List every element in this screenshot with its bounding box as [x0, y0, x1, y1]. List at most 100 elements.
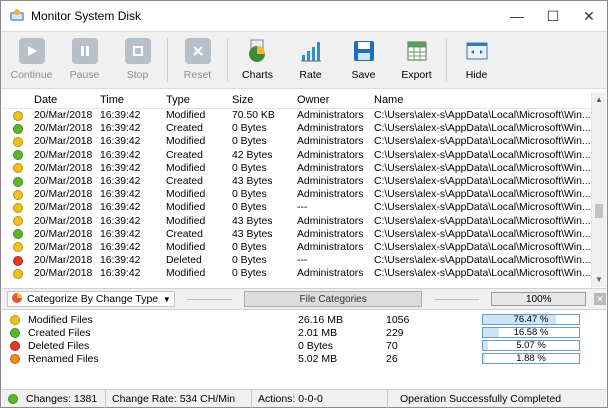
scroll-thumb[interactable]: [595, 204, 603, 218]
table-row[interactable]: 20/Mar/2018 16:39:42 Modified 43 Bytes Admin…: [2, 215, 606, 228]
category-summary-list: Modified Files 26.16 MB 1056 76.47 % Created…: [2, 311, 606, 387]
column-header-time[interactable]: Time: [100, 94, 166, 106]
category-size: 2.01 MB: [298, 326, 338, 339]
table-row[interactable]: 20/Mar/2018 16:39:42 Created 43 Bytes Admini…: [2, 175, 606, 188]
cell-type: Created: [166, 228, 203, 240]
status-dot-icon: [13, 242, 23, 253]
cell-time: 16:39:42: [100, 149, 141, 161]
column-header-type[interactable]: Type: [166, 94, 232, 106]
table-row[interactable]: 20/Mar/2018 16:39:42 Created 0 Bytes Adminis…: [2, 122, 606, 135]
category-percent-bar: 16.58 %: [482, 327, 580, 338]
toolbar-separator: [446, 38, 447, 82]
stop-label: Stop: [126, 69, 149, 81]
cell-name: C:\Users\alex-s\AppData\Local\Microsoft\…: [374, 202, 590, 214]
categorize-dropdown[interactable]: Categorize By Change Type ▼: [7, 291, 175, 307]
category-row[interactable]: Renamed Files 5.02 MB 26 1.88 %: [2, 352, 606, 365]
cell-owner: Administrators: [297, 241, 364, 253]
close-panel-icon[interactable]: ✕: [594, 293, 606, 305]
status-cell: [2, 229, 34, 240]
table-row[interactable]: 20/Mar/2018 16:39:42 Modified 0 Bytes Admini…: [2, 162, 606, 175]
vertical-scrollbar[interactable]: ▲ ▼: [591, 92, 606, 287]
cell-name: C:\Users\alex-s\AppData\Local\Microsoft\…: [374, 149, 590, 161]
close-icon[interactable]: ✕: [571, 1, 607, 31]
file-categories-button[interactable]: File Categories: [244, 291, 422, 307]
table-row[interactable]: 20/Mar/2018 16:39:42 Modified 0 Bytes Admini…: [2, 241, 606, 254]
window-title: Monitor System Disk: [31, 9, 142, 23]
cell-size: 0 Bytes: [232, 189, 267, 201]
category-count: 229: [386, 326, 404, 339]
reset-label: Reset: [183, 69, 212, 81]
stop-button[interactable]: Stop: [111, 32, 164, 88]
column-header-size[interactable]: Size: [232, 94, 297, 106]
cell-type: Modified: [166, 268, 206, 280]
maximize-icon[interactable]: ☐: [535, 1, 571, 31]
status-dot-icon: [13, 189, 23, 200]
column-header-date[interactable]: Date: [34, 94, 100, 106]
category-name: Modified Files: [28, 313, 93, 326]
status-cell: [2, 150, 34, 161]
category-name: Renamed Files: [28, 352, 99, 365]
minimize-icon[interactable]: —: [499, 1, 535, 31]
status-bar: Changes: 1381 Change Rate: 534 CH/Min Ac…: [2, 389, 606, 408]
file-changes-table[interactable]: Date Time Type Size Owner Name 20/Mar/20…: [2, 92, 606, 287]
category-percent-label: 76.47 %: [513, 314, 549, 325]
cell-type: Created: [166, 176, 203, 188]
pause-button[interactable]: Pause: [58, 32, 111, 88]
category-row[interactable]: Created Files 2.01 MB 229 16.58 %: [2, 326, 606, 339]
cell-type: Deleted: [166, 255, 202, 267]
cell-date: 20/Mar/2018: [34, 255, 93, 267]
column-header-owner[interactable]: Owner: [297, 94, 374, 106]
cell-date: 20/Mar/2018: [34, 241, 93, 253]
category-row[interactable]: Deleted Files 0 Bytes 70 5.07 %: [2, 339, 606, 352]
table-row[interactable]: 20/Mar/2018 16:39:42 Created 43 Bytes Admini…: [2, 228, 606, 241]
category-percent-label: 16.58 %: [513, 327, 549, 338]
status-ok-icon: [8, 393, 18, 404]
cell-date: 20/Mar/2018: [34, 268, 93, 280]
pause-label: Pause: [69, 69, 100, 81]
table-row[interactable]: 20/Mar/2018 16:39:42 Modified 0 Bytes Admini…: [2, 188, 606, 201]
categorize-dropdown-value: Categorize By Change Type: [27, 293, 159, 305]
table-row[interactable]: 20/Mar/2018 16:39:42 Created 42 Bytes Admini…: [2, 149, 606, 162]
charts-button[interactable]: Charts: [231, 32, 284, 88]
cell-size: 43 Bytes: [232, 176, 273, 188]
table-row[interactable]: 20/Mar/2018 16:39:42 Modified 0 Bytes Admini…: [2, 135, 606, 148]
cell-size: 0 Bytes: [232, 162, 267, 174]
save-button[interactable]: Save: [337, 32, 390, 88]
category-row[interactable]: Modified Files 26.16 MB 1056 76.47 %: [2, 313, 606, 326]
cell-owner: Administrators: [297, 162, 364, 174]
status-dot-icon: [13, 268, 23, 279]
column-header-name[interactable]: Name: [374, 94, 590, 106]
status-dot-icon: [13, 229, 23, 240]
table-row[interactable]: 20/Mar/2018 16:39:42 Deleted 0 Bytes --- C:\U…: [2, 254, 606, 267]
continue-button[interactable]: Continue: [5, 32, 58, 88]
cell-date: 20/Mar/2018: [34, 149, 93, 161]
cell-name: C:\Users\alex-s\AppData\Local\Microsoft\…: [374, 162, 590, 174]
spreadsheet-export-icon: [404, 38, 430, 64]
table-row[interactable]: 20/Mar/2018 16:39:42 Modified 0 Bytes Admini…: [2, 267, 606, 280]
title-bar: Monitor System Disk — ☐ ✕: [1, 1, 607, 31]
status-dot-icon: [13, 110, 23, 121]
cell-time: 16:39:42: [100, 162, 141, 174]
export-button[interactable]: Export: [390, 32, 443, 88]
reset-button[interactable]: Reset: [171, 32, 224, 88]
cell-type: Modified: [166, 241, 206, 253]
status-actions-text: Actions: 0-0-0: [258, 392, 323, 405]
cell-name: C:\Users\alex-s\AppData\Local\Microsoft\…: [374, 189, 590, 201]
scroll-up-icon[interactable]: ▲: [592, 92, 606, 107]
cell-type: Modified: [166, 189, 206, 201]
cell-type: Modified: [166, 110, 206, 122]
cell-time: 16:39:42: [100, 176, 141, 188]
rate-button[interactable]: Rate: [284, 32, 337, 88]
cell-name: C:\Users\alex-s\AppData\Local\Microsoft\…: [374, 228, 590, 240]
table-row[interactable]: 20/Mar/2018 16:39:42 Modified 70.50 KB Admin…: [2, 109, 606, 122]
stop-icon: [124, 38, 151, 64]
cell-type: Created: [166, 149, 203, 161]
hide-button[interactable]: Hide: [450, 32, 503, 88]
status-cell: [2, 255, 34, 266]
scroll-down-icon[interactable]: ▼: [592, 272, 606, 287]
rate-label: Rate: [299, 69, 322, 81]
cell-date: 20/Mar/2018: [34, 189, 93, 201]
cell-date: 20/Mar/2018: [34, 162, 93, 174]
cell-owner: ---: [297, 255, 308, 267]
table-row[interactable]: 20/Mar/2018 16:39:42 Modified 0 Bytes --- C:\…: [2, 201, 606, 214]
